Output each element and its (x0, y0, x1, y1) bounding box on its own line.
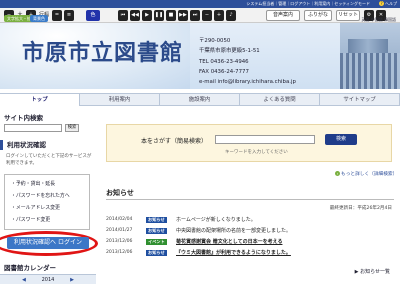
postal-code: 〒290-0050 (199, 38, 231, 44)
help-link[interactable]: ? ヘルプ (379, 0, 397, 8)
calendar-title: 図書館カレンダー (4, 264, 56, 272)
menu-item-forgot-password[interactable]: ・パスワードを忘れた方へ (11, 192, 70, 199)
library-building-image (340, 23, 400, 89)
prev-month-icon[interactable]: ◀ (22, 275, 26, 284)
fax: FAX 0436-24-7777 (199, 68, 249, 75)
nav-top[interactable]: トップ (0, 94, 80, 106)
audio-guide-button[interactable]: 音声案内 (266, 10, 300, 21)
news-badge: お知らせ (146, 250, 167, 256)
fast-forward-icon[interactable]: ▶▶ (178, 10, 188, 21)
email[interactable]: e-mail info@library.ichihara.chiba.jp (199, 77, 296, 87)
news-link[interactable]: 『ウミ大図書館』が利用できるようになりました。 (176, 249, 291, 257)
menu-item-password-change[interactable]: ・パスワード変更 (11, 216, 50, 223)
skip-back-icon[interactable]: ⏮ (118, 10, 128, 21)
nav-guide[interactable]: 利用案内 (80, 94, 160, 106)
account-menu: ・予約・貸出・延長 ・パスワードを忘れた方へ ・メールアドレス変更 ・パスワード… (4, 174, 90, 230)
catalog-search-label: 本をさがす（簡易検索） (141, 138, 208, 145)
address: 千葉県市原市更級5-1-51 (199, 48, 260, 55)
news-list-link[interactable]: ▶ お知らせ一覧 (355, 268, 390, 275)
news-date: 2013/12/06 (106, 239, 133, 244)
utility-links[interactable]: システム担当者｜管理｜ログアウト｜利用案内｜セッティングモード (246, 1, 370, 6)
menu-item-email-change[interactable]: ・メールアドレス変更 (11, 204, 60, 211)
catalog-search-input[interactable] (215, 135, 315, 144)
next-month-icon[interactable]: ▶ (70, 275, 74, 284)
help-icon: ? (379, 1, 384, 6)
news-badge: お知らせ (146, 217, 167, 223)
calendar-year: 2014 (41, 277, 55, 283)
line-spacing-decrease-button[interactable]: ≡ (64, 10, 74, 21)
news-badge: イベント (146, 239, 167, 245)
status-title-text: 利用状況確認 (7, 141, 46, 149)
news-row: 2013/12/06 お知らせ 『ウミ大図書館』が利用できるようになりました。 (106, 249, 396, 257)
news-date: 2014/01/27 (106, 228, 133, 233)
site-title[interactable]: 市原市立図書館 (22, 35, 183, 67)
speed-icon[interactable]: ♪ (226, 10, 236, 21)
news-badge: お知らせ (146, 228, 167, 234)
volume-up-icon[interactable]: + (214, 10, 224, 21)
advanced-search-link[interactable]: › もっと詳しく（詳細検索） (335, 171, 397, 177)
news-title: お知らせ (106, 189, 134, 197)
accessibility-toolbar: − 大 + 行幅 = ≡ 色 ⏮ ◀◀ ▶ ❚❚ ■ ▶▶ ⏭ − + ♪ 音声… (0, 8, 400, 23)
global-navigation: トップ 利用案内 施設案内 よくある質問 サイトマップ (0, 93, 400, 106)
play-icon[interactable]: ▶ (142, 10, 152, 21)
rewind-icon[interactable]: ◀◀ (130, 10, 140, 21)
main-content: 本をさがす（簡易検索） 検索 キーワードを入力してください › もっと詳しく（詳細… (100, 108, 400, 284)
sidebar: サイト内検索 検索 利用状況確認 ログインしていただくと下記のサービスが利用でき… (0, 108, 98, 284)
status-section-title: 利用状況確認 (0, 140, 96, 150)
site-search-title: サイト内検索 (4, 114, 43, 122)
news-link[interactable]: 菊花賞感謝賞会 贈文化としての日本一を考える (176, 238, 282, 246)
news-date: 2014/02/04 (106, 217, 133, 222)
contact-info: 〒290-0050 千葉県市原市更級5-1-51 TEL 0436-23-494… (199, 36, 296, 87)
catalog-search-button[interactable]: 検索 (325, 134, 357, 145)
arrow-icon: › (335, 171, 340, 176)
pause-icon[interactable]: ❚❚ (154, 10, 164, 21)
menu-item-reserve[interactable]: ・予約・貸出・延長 (11, 180, 55, 187)
nav-facilities[interactable]: 施設案内 (160, 94, 240, 106)
catalog-search-hint: キーワードを入力してください (225, 150, 288, 155)
catalog-search-box: 本をさがす（簡易検索） 検索 キーワードを入力してください (106, 124, 392, 162)
color-scheme-button[interactable]: 色 (86, 10, 100, 21)
telephone: TEL 0436-23-4946 (199, 58, 249, 65)
news-divider (106, 199, 394, 200)
skip-forward-icon[interactable]: ⏭ (190, 10, 200, 21)
status-description: ログインしていただくと下記のサービスが利用できます。 (6, 154, 92, 166)
nav-sitemap[interactable]: サイトマップ (320, 94, 400, 106)
news-date: 2013/12/06 (106, 250, 133, 255)
news-link[interactable]: 中央図書館の配架場所の名前を一部変更しました。 (176, 227, 291, 235)
background-color-tag: 背景色 (30, 15, 48, 22)
furigana-button[interactable]: ふりがな (304, 10, 332, 21)
stop-icon[interactable]: ■ (166, 10, 176, 21)
nav-faq[interactable]: よくある質問 (240, 94, 320, 106)
volume-down-icon[interactable]: − (202, 10, 212, 21)
site-search-button[interactable]: 検索 (65, 124, 79, 132)
news-row: 2014/02/04 お知らせ ホームページが新しくなりました。 (106, 216, 396, 224)
site-search-input[interactable] (4, 124, 62, 132)
calendar-nav: ◀ 2014 ▶ (0, 274, 96, 284)
news-link[interactable]: ホームページが新しくなりました。 (176, 216, 256, 224)
login-button[interactable]: 利用状況確認へ ログイン (7, 237, 89, 249)
news-row: 2013/12/06 イベント 菊花賞感謝賞会 贈文化としての日本一を考える (106, 238, 396, 246)
building-facade (340, 53, 400, 89)
last-updated: 最終更新日：平成26年2月4日 (329, 206, 392, 211)
news-row: 2014/01/27 お知らせ 中央図書館の配架場所の名前を一部変更しました。 (106, 227, 396, 235)
site-header: 市原市立図書館 〒290-0050 千葉県市原市更級5-1-51 TEL 043… (0, 23, 400, 89)
line-spacing-increase-button[interactable]: = (52, 10, 62, 21)
utility-bar: システム担当者｜管理｜ログアウト｜利用案内｜セッティングモード ? ヘルプ (0, 0, 400, 8)
reset-button[interactable]: リセット (336, 10, 360, 21)
